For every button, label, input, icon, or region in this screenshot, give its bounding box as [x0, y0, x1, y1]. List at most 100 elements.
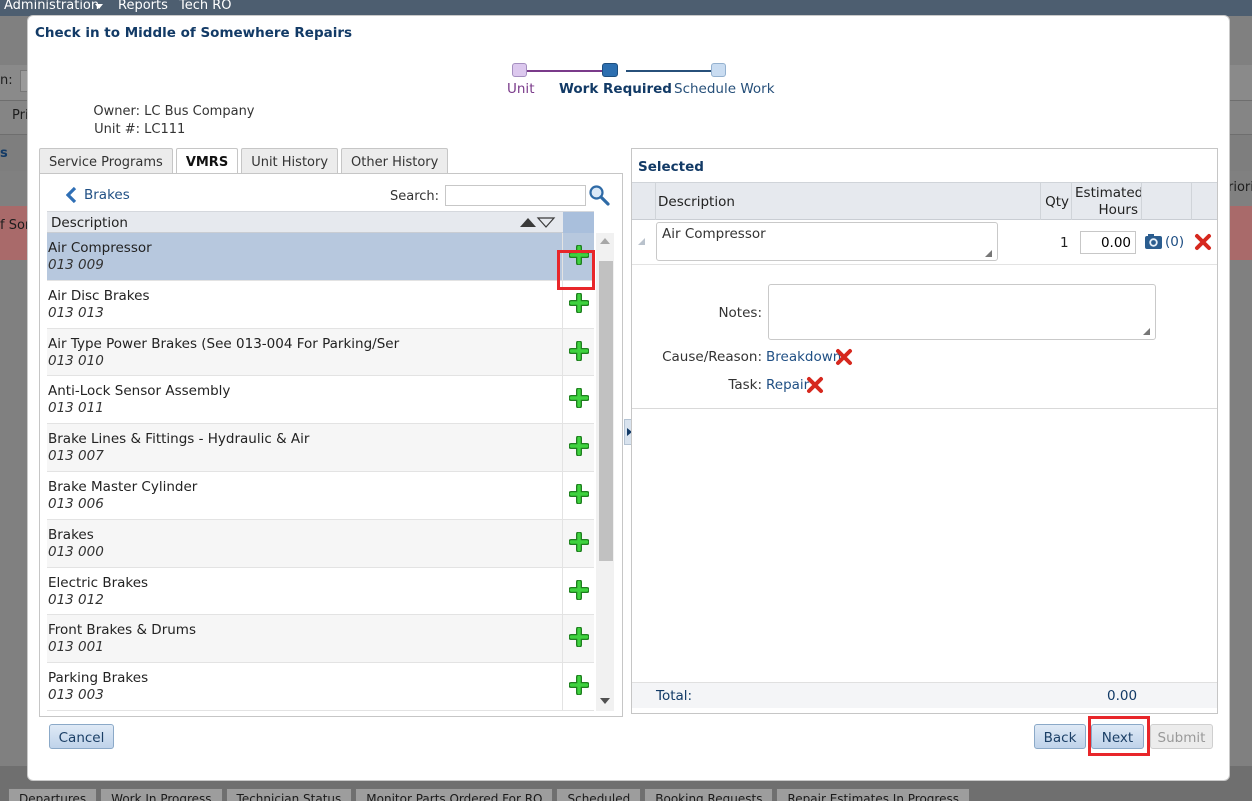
sort-toggle-icon[interactable] — [519, 216, 557, 229]
list-item[interactable]: Air Type Power Brakes (See 013-004 For P… — [47, 328, 594, 377]
selected-item-qty: 1 — [1060, 235, 1069, 251]
vmrs-item-code: 013 000 — [48, 543, 104, 560]
add-item-plus-icon[interactable] — [568, 674, 590, 697]
bg-tab[interactable]: Work In Progress — [100, 788, 223, 801]
vmrs-list-scrollbar[interactable] — [596, 233, 614, 711]
step-unit-dot — [512, 63, 527, 77]
photo-count[interactable]: (0) — [1165, 234, 1184, 250]
tab-other-history[interactable]: Other History — [341, 148, 449, 174]
list-item[interactable]: Parking Brakes 013 003 — [47, 663, 594, 711]
vmrs-item-name: Parking Brakes — [48, 670, 149, 687]
expand-row-icon[interactable] — [638, 238, 645, 245]
vmrs-panel: Brakes Search: Description Air Compresso… — [39, 173, 623, 717]
dialog-title: Check in to Middle of Somewhere Repairs — [35, 25, 353, 41]
back-button[interactable]: Back — [1034, 724, 1086, 749]
list-item[interactable]: Air Compressor 013 009 — [47, 233, 594, 281]
vmrs-item-name: Air Disc Brakes — [48, 287, 150, 304]
menu-administration[interactable]: Administration — [4, 0, 99, 13]
delete-item-icon[interactable] — [1194, 233, 1212, 251]
vmrs-item-code: 013 012 — [48, 591, 104, 608]
scroll-up-icon[interactable] — [600, 238, 610, 244]
step-schedule-work-label: Schedule Work — [674, 81, 775, 97]
list-item[interactable]: Front Brakes & Drums 013 001 — [47, 615, 594, 664]
resize-handle-icon[interactable] — [1143, 328, 1150, 335]
vmrs-item-code: 013 013 — [48, 304, 104, 321]
add-item-plus-icon[interactable] — [568, 482, 590, 505]
add-item-plus-icon[interactable] — [568, 339, 590, 362]
unit-label: Unit #: — [94, 122, 140, 137]
add-item-plus-icon[interactable] — [568, 291, 590, 314]
background-label: n: — [0, 73, 13, 88]
cause-reason-link[interactable]: Breakdown — [766, 349, 841, 365]
tab-service-programs[interactable]: Service Programs — [39, 148, 173, 174]
back-to-brakes-link[interactable]: Brakes — [65, 186, 130, 204]
menu-tech-ro[interactable]: Tech RO — [179, 0, 232, 13]
background-label: riori — [1228, 180, 1252, 195]
add-item-plus-icon[interactable] — [568, 530, 590, 553]
column-delete — [1191, 183, 1217, 220]
vmrs-item-code: 013 007 — [48, 448, 104, 465]
search-icon[interactable] — [588, 184, 610, 206]
add-cell — [562, 328, 594, 376]
add-item-plus-icon[interactable] — [568, 387, 590, 410]
cancel-button[interactable]: Cancel — [49, 724, 114, 749]
bg-tab[interactable]: Booking Requests — [644, 788, 774, 801]
remove-cause-icon[interactable] — [835, 348, 853, 366]
selected-item-description[interactable]: Air Compressor — [656, 222, 998, 261]
bg-tab[interactable]: Technician Status — [225, 788, 353, 801]
vmrs-item-name: Front Brakes & Drums — [48, 622, 196, 639]
step-schedule-work-dot — [711, 63, 726, 77]
chevron-down-icon — [95, 4, 103, 9]
add-cell — [562, 519, 594, 567]
task-link[interactable]: Repair — [766, 377, 809, 393]
background-label: s — [0, 146, 8, 161]
bg-tab[interactable]: Repair Estimates In Progress — [776, 788, 970, 801]
list-item[interactable]: Brakes 013 000 — [47, 519, 594, 568]
total-value: 0.00 — [1107, 688, 1138, 704]
cause-reason-label: Cause/Reason: — [662, 349, 762, 365]
estimated-hours-input[interactable] — [1080, 231, 1136, 254]
vmrs-item-name: Air Type Power Brakes (See 013-004 For P… — [48, 335, 400, 352]
list-item[interactable]: Anti-Lock Sensor Assembly 013 011 — [47, 376, 594, 425]
column-photos — [1141, 183, 1191, 220]
list-item[interactable]: Electric Brakes 013 012 — [47, 567, 594, 616]
scrollbar-thumb[interactable] — [599, 261, 613, 561]
menu-reports[interactable]: Reports — [118, 0, 168, 13]
add-item-plus-icon[interactable] — [568, 578, 590, 601]
add-item-plus-icon[interactable] — [568, 435, 590, 458]
step-connector — [527, 70, 611, 72]
resize-handle-icon[interactable] — [985, 250, 992, 257]
remove-task-icon[interactable] — [806, 376, 824, 394]
add-cell — [562, 376, 594, 424]
scroll-down-icon[interactable] — [600, 698, 610, 704]
list-item[interactable]: Brake Master Cylinder 013 006 — [47, 471, 594, 520]
task-label: Task: — [728, 377, 762, 393]
search-input[interactable] — [445, 185, 586, 206]
vmrs-item-code: 013 001 — [48, 639, 104, 656]
app-menu-bar: Administration Reports Tech RO — [0, 0, 1252, 16]
vmrs-list-header: Description — [47, 211, 594, 233]
bg-tab[interactable]: Scheduled — [556, 788, 642, 801]
tab-unit-history[interactable]: Unit History — [241, 148, 339, 174]
vmrs-item-code: 013 010 — [48, 352, 104, 369]
list-item[interactable]: Brake Lines & Fittings - Hydraulic & Air… — [47, 424, 594, 472]
list-item[interactable]: Air Disc Brakes 013 013 — [47, 280, 594, 329]
add-cell — [562, 663, 594, 710]
camera-icon[interactable] — [1144, 233, 1163, 250]
step-work-required-label: Work Required — [559, 81, 672, 97]
check-in-dialog: Check in to Middle of Somewhere Repairs … — [27, 15, 1230, 781]
bg-tab[interactable]: Departures — [8, 788, 98, 801]
background-bottom-tabs: Departures Work In Progress Technician S… — [8, 788, 970, 801]
selected-title: Selected — [638, 159, 704, 175]
selected-total-row: Total: 0.00 — [632, 682, 1217, 708]
selected-item-row: Air Compressor 1 (0) — [632, 220, 1217, 265]
add-cell — [562, 615, 594, 663]
divider — [632, 408, 1217, 409]
bg-tab[interactable]: Monitor Parts Ordered For RO — [355, 788, 554, 801]
tab-vmrs[interactable]: VMRS — [175, 148, 239, 175]
step-connector — [626, 70, 720, 72]
add-item-plus-icon[interactable] — [568, 626, 590, 649]
notes-textarea[interactable] — [768, 284, 1156, 340]
unit-owner-info: Owner: LC Bus Company Unit #: LC111 — [93, 103, 254, 139]
search-label: Search: — [390, 189, 440, 204]
